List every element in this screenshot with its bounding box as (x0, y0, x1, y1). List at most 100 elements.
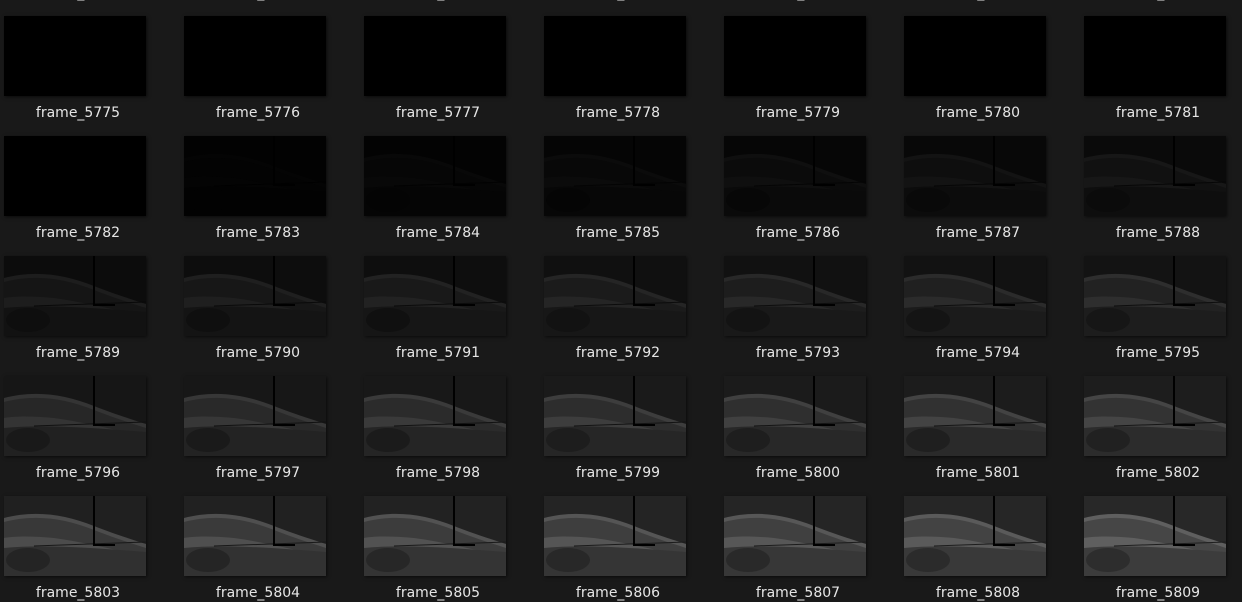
file-item[interactable]: frame_5794 (900, 240, 1080, 361)
file-item[interactable]: frame_5783 (180, 120, 360, 241)
file-item[interactable]: frame_5796 (0, 360, 180, 481)
file-item[interactable]: frame_5805 (360, 480, 540, 602)
file-item[interactable]: frame_5776 (180, 0, 360, 121)
landscape-frame-image (4, 16, 146, 96)
file-item[interactable]: frame_5795 (1080, 240, 1242, 361)
file-item[interactable]: frame_5808 (900, 480, 1080, 602)
landscape-frame-image (184, 376, 326, 456)
file-item[interactable]: frame_5798 (360, 360, 540, 481)
image-thumbnail[interactable] (184, 256, 326, 336)
file-item[interactable]: frame_5788 (1080, 120, 1242, 241)
file-item[interactable]: frame_5780 (900, 0, 1080, 121)
file-item[interactable]: frame_5778 (540, 0, 720, 121)
image-thumbnail[interactable] (724, 256, 866, 336)
image-thumbnail[interactable] (4, 376, 146, 456)
landscape-frame-image (364, 136, 506, 216)
image-thumbnail[interactable] (184, 16, 326, 96)
file-item[interactable]: frame_5775 (0, 0, 180, 121)
file-item[interactable]: frame_5782 (0, 120, 180, 241)
image-thumbnail[interactable] (184, 496, 326, 576)
file-item[interactable]: frame_5792 (540, 240, 720, 361)
image-thumbnail[interactable] (364, 376, 506, 456)
file-name-label[interactable]: frame_5808 (900, 584, 1056, 602)
image-thumbnail[interactable] (1084, 256, 1226, 336)
landscape-frame-image (544, 496, 686, 576)
landscape-frame-image (544, 136, 686, 216)
file-name-label[interactable]: frame_5809 (1080, 584, 1236, 602)
image-thumbnail[interactable] (364, 16, 506, 96)
landscape-frame-image (904, 256, 1046, 336)
landscape-frame-image (1084, 136, 1226, 216)
image-thumbnail[interactable] (1084, 496, 1226, 576)
file-name-label[interactable]: frame_5803 (0, 584, 156, 602)
file-item[interactable]: frame_5781 (1080, 0, 1242, 121)
file-item[interactable]: frame_5797 (180, 360, 360, 481)
file-item[interactable]: frame_5793 (720, 240, 900, 361)
landscape-frame-image (904, 136, 1046, 216)
image-thumbnail[interactable] (4, 136, 146, 216)
landscape-frame-image (544, 256, 686, 336)
file-name-label[interactable]: frame_5807 (720, 584, 876, 602)
landscape-frame-image (184, 496, 326, 576)
file-name-label[interactable]: frame_5804 (180, 584, 336, 602)
file-item[interactable]: frame_5789 (0, 240, 180, 361)
file-item[interactable]: frame_5804 (180, 480, 360, 602)
landscape-frame-image (364, 496, 506, 576)
file-item[interactable]: frame_5786 (720, 120, 900, 241)
file-item[interactable]: frame_5779 (720, 0, 900, 121)
file-item[interactable]: frame_5799 (540, 360, 720, 481)
image-thumbnail[interactable] (724, 16, 866, 96)
file-name-label[interactable]: frame_5806 (540, 584, 696, 602)
image-thumbnail[interactable] (544, 496, 686, 576)
file-item[interactable]: frame_5785 (540, 120, 720, 241)
image-thumbnail[interactable] (4, 16, 146, 96)
image-thumbnail[interactable] (4, 496, 146, 576)
landscape-frame-image (4, 136, 146, 216)
image-thumbnail[interactable] (364, 496, 506, 576)
image-thumbnail[interactable] (4, 256, 146, 336)
file-item[interactable]: frame_5790 (180, 240, 360, 361)
landscape-frame-image (904, 376, 1046, 456)
image-thumbnail[interactable] (184, 376, 326, 456)
image-thumbnail[interactable] (364, 256, 506, 336)
image-thumbnail[interactable] (184, 136, 326, 216)
image-thumbnail[interactable] (544, 16, 686, 96)
file-item[interactable]: frame_5787 (900, 120, 1080, 241)
image-thumbnail[interactable] (1084, 376, 1226, 456)
image-thumbnail[interactable] (904, 376, 1046, 456)
file-item[interactable]: frame_5777 (360, 0, 540, 121)
file-item[interactable]: frame_5803 (0, 480, 180, 602)
landscape-frame-image (544, 16, 686, 96)
image-thumbnail[interactable] (1084, 136, 1226, 216)
image-thumbnail[interactable] (724, 496, 866, 576)
image-thumbnail[interactable] (544, 376, 686, 456)
file-item[interactable]: frame_5802 (1080, 360, 1242, 481)
image-thumbnail[interactable] (904, 496, 1046, 576)
file-item[interactable]: frame_5809 (1080, 480, 1242, 602)
file-name-label[interactable]: frame_5805 (360, 584, 516, 602)
image-thumbnail[interactable] (904, 16, 1046, 96)
landscape-frame-image (724, 376, 866, 456)
landscape-frame-image (4, 256, 146, 336)
image-thumbnail[interactable] (724, 136, 866, 216)
landscape-frame-image (184, 256, 326, 336)
image-thumbnail[interactable] (1084, 16, 1226, 96)
file-item[interactable]: frame_5784 (360, 120, 540, 241)
file-item[interactable]: frame_5791 (360, 240, 540, 361)
landscape-frame-image (4, 496, 146, 576)
file-item[interactable]: frame_5807 (720, 480, 900, 602)
image-thumbnail[interactable] (364, 136, 506, 216)
landscape-frame-image (364, 376, 506, 456)
image-thumbnail[interactable] (724, 376, 866, 456)
landscape-frame-image (544, 376, 686, 456)
landscape-frame-image (724, 16, 866, 96)
landscape-frame-image (1084, 16, 1226, 96)
image-thumbnail[interactable] (904, 136, 1046, 216)
image-thumbnail[interactable] (544, 256, 686, 336)
image-thumbnail[interactable] (904, 256, 1046, 336)
file-item[interactable]: frame_5801 (900, 360, 1080, 481)
file-item[interactable]: frame_5806 (540, 480, 720, 602)
image-thumbnail[interactable] (544, 136, 686, 216)
landscape-frame-image (1084, 496, 1226, 576)
file-item[interactable]: frame_5800 (720, 360, 900, 481)
